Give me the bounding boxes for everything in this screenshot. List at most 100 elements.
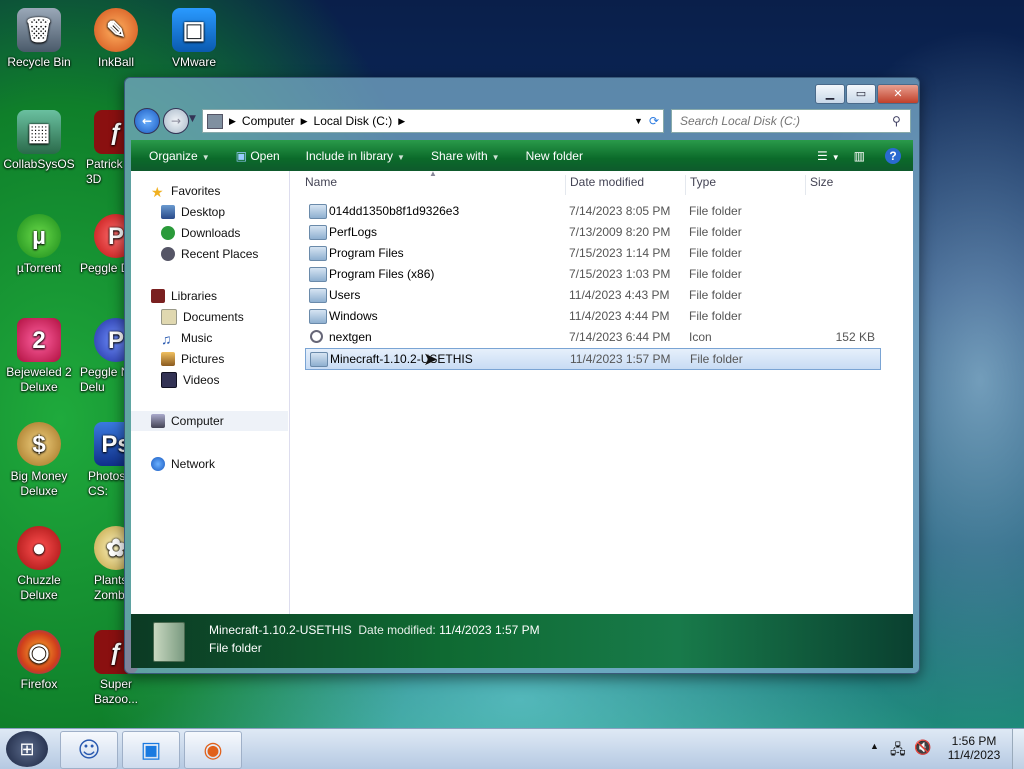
preview-pane-icon: ▥ [853, 148, 865, 163]
minimize-button[interactable]: ▁ [815, 84, 845, 104]
desktop-icon-label: µTorrent [16, 261, 62, 275]
pictures-icon [161, 352, 175, 366]
nav-label: Downloads [181, 226, 241, 240]
column-label: Date modified [570, 175, 645, 189]
nav-desktop[interactable]: Desktop [161, 202, 225, 222]
nav-label: Desktop [181, 205, 226, 219]
desktop-icon-collabsysos[interactable]: ▦ CollabSysOS [1, 110, 77, 172]
details-type: File folder [209, 641, 262, 655]
firefox-icon: ◉ [203, 737, 223, 763]
nav-network[interactable]: Network [151, 454, 215, 474]
forward-arrow-icon: → [170, 114, 182, 128]
breadcrumb-local-disk[interactable]: Local Disk (C:) [314, 114, 393, 128]
volume-muted-icon[interactable]: 🔇 [914, 739, 931, 756]
desktop-icon-big-money[interactable]: $ Big Money Deluxe [1, 422, 77, 499]
desktop-icon-recycle-bin[interactable]: 🗑 Recycle Bin [1, 8, 77, 70]
folder-icon [309, 309, 327, 324]
nav-label: Favorites [171, 184, 221, 198]
file-row[interactable]: Windows 11/4/2023 4:44 PM File folder [305, 306, 879, 326]
nav-computer[interactable]: Computer [131, 411, 288, 431]
folder-icon [309, 267, 327, 282]
desktop-icon-inkball[interactable]: ✎ InkBall [78, 8, 154, 70]
taskbar-vmware-button[interactable]: ▣ [122, 731, 180, 769]
clock[interactable]: 1:56 PM 11/4/2023 [946, 734, 1002, 762]
close-button[interactable]: ✕ [877, 84, 919, 104]
nav-libraries[interactable]: Libraries [151, 286, 217, 306]
nav-documents[interactable]: Documents [161, 307, 244, 327]
details-name: Minecraft-1.10.2-USETHIS [209, 623, 352, 637]
address-bar[interactable]: ▶ Computer ▶ Local Disk (C:) ▶ ▼ ⟳ [202, 109, 664, 133]
file-name: Windows [329, 309, 378, 323]
desktop-icon-patrick[interactable]: ƒ Patrick 3D [78, 110, 124, 187]
details-pane: Minecraft-1.10.2-USETHIS Date modified: … [131, 614, 913, 668]
file-type: Icon [689, 330, 712, 344]
address-dropdown-icon[interactable]: ▼ [634, 116, 643, 126]
refresh-icon[interactable]: ⟳ [649, 114, 659, 128]
column-header-date[interactable]: Date modified [565, 175, 684, 195]
network-tray-icon[interactable]: 🖧 [890, 739, 906, 763]
show-desktop-button[interactable] [1012, 729, 1024, 769]
recent-pages-dropdown[interactable]: ▼ [189, 114, 196, 124]
nav-videos[interactable]: Videos [161, 370, 219, 390]
vmware-icon: ▣ [140, 737, 162, 763]
column-header-name[interactable]: Name [305, 175, 565, 195]
file-type: File folder [689, 225, 742, 239]
file-name: Program Files [329, 246, 404, 260]
desktop-icon-utorrent[interactable]: µ µTorrent [1, 214, 77, 276]
desktop-icon-firefox[interactable]: ◉ Firefox [1, 630, 77, 692]
desktop-icon-plants-zombies[interactable]: ✿ Plants Zomb [78, 526, 124, 603]
nav-pictures[interactable]: Pictures [161, 349, 224, 369]
column-label: Name [305, 175, 338, 189]
nav-downloads[interactable]: Downloads [161, 223, 240, 243]
file-row[interactable]: PerfLogs 7/13/2009 8:20 PM File folder [305, 222, 879, 242]
nav-label: Documents [183, 310, 244, 324]
nav-recent-places[interactable]: Recent Places [161, 244, 258, 264]
folder-icon [309, 204, 327, 219]
explorer-window: ▁ ▭ ✕ ← → ▼ ▶ Computer ▶ Local Disk (C:)… [124, 77, 920, 674]
search-input[interactable] [678, 113, 892, 129]
file-row[interactable]: 014dd1350b8f1d9326e3 7/14/2023 8:05 PM F… [305, 201, 879, 221]
view-options-button[interactable]: ☰ ▼ [817, 149, 840, 163]
file-row[interactable]: nextgen 7/14/2023 6:44 PM Icon 152 KB [305, 327, 879, 347]
desktop-icon-label: Bejeweled 2 Deluxe [6, 365, 72, 394]
file-row[interactable]: Program Files (x86) 7/15/2023 1:03 PM Fi… [305, 264, 879, 284]
column-header-type[interactable]: Type [685, 175, 804, 195]
column-header-size[interactable]: Size [805, 175, 884, 195]
maximize-button[interactable]: ▭ [846, 84, 876, 104]
desktop-icon-peggle-deluxe[interactable]: P Peggle D [78, 214, 124, 276]
folder-icon [309, 225, 327, 240]
open-button[interactable]: ▣ Open [236, 149, 280, 163]
file-row-selected[interactable]: Minecraft-1.10.2-USETHIS 11/4/2023 1:57 … [305, 348, 881, 370]
taskbar-firefox-button[interactable]: ◉ [184, 731, 242, 769]
nav-favorites[interactable]: ★ Favorites [151, 181, 220, 201]
search-box[interactable]: ⚲ [671, 109, 911, 133]
forward-button[interactable]: → [163, 108, 189, 134]
show-hidden-icons-button[interactable]: ▲ [870, 741, 879, 751]
desktop-icon-vmware[interactable]: ▣ VMware [156, 8, 232, 70]
nav-music[interactable]: ♫ Music [161, 328, 212, 348]
breadcrumb-computer[interactable]: Computer [242, 114, 295, 128]
desktop-icon-bejeweled[interactable]: 2 Bejeweled 2 Deluxe [1, 318, 77, 395]
desktop-icon-chuzzle[interactable]: ● Chuzzle Deluxe [1, 526, 77, 603]
include-in-library-button[interactable]: Include in library ▼ [306, 149, 405, 163]
organize-button[interactable]: Organize ▼ [149, 149, 210, 163]
share-with-button[interactable]: Share with ▼ [431, 149, 500, 163]
file-list: ▲ Name Date modified Type Size 014dd1350… [291, 169, 913, 614]
chuzzle-icon: ● [17, 526, 61, 570]
window-titlebar[interactable] [125, 78, 919, 108]
start-button[interactable]: ⊞ [6, 731, 48, 767]
details-line-1: Minecraft-1.10.2-USETHIS Date modified: … [209, 623, 540, 637]
desktop-icon-photoshop[interactable]: Ps Photos CS: [78, 422, 124, 499]
help-button[interactable]: ? [885, 147, 901, 164]
taskbar-explorer-button[interactable]: ☺ [60, 731, 118, 769]
back-button[interactable]: ← [134, 108, 160, 134]
file-type: File folder [690, 352, 743, 366]
desktop-icon-peggle-nights[interactable]: P Peggle N Delu [78, 318, 124, 395]
file-row[interactable]: Program Files 7/15/2023 1:14 PM File fol… [305, 243, 879, 263]
file-date: 7/13/2009 8:20 PM [569, 225, 671, 239]
content-area: ★ Favorites Desktop Downloads Recent Plac… [131, 169, 913, 614]
file-row[interactable]: Users 11/4/2023 4:43 PM File folder [305, 285, 879, 305]
new-folder-button[interactable]: New folder [526, 149, 583, 163]
file-type: File folder [689, 309, 742, 323]
preview-pane-button[interactable]: ▥ [854, 149, 865, 163]
